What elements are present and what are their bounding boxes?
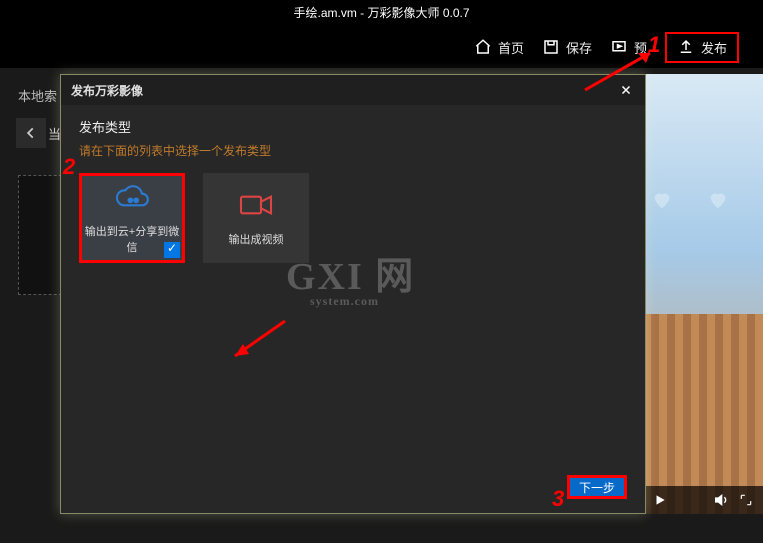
back-button[interactable] xyxy=(16,118,46,148)
option-video-label: 输出成视频 xyxy=(229,231,284,247)
annotation-2: 2 xyxy=(63,154,75,180)
dialog-header: 发布万彩影像 xyxy=(61,75,645,105)
publish-dialog: 发布万彩影像 发布类型 请在下面的列表中选择一个发布类型 输出到云+分享到微信 … xyxy=(60,74,646,514)
option-row: 输出到云+分享到微信 输出成视频 xyxy=(79,173,627,263)
option-video[interactable]: 输出成视频 xyxy=(203,173,309,263)
check-icon xyxy=(164,242,180,258)
cloud-icon xyxy=(112,181,152,213)
window-titlebar: 手绘.am.vm - 万彩影像大师 0.0.7 xyxy=(0,0,763,26)
play-icon[interactable] xyxy=(653,493,667,507)
save-icon xyxy=(542,38,560,56)
dialog-title: 发布万彩影像 xyxy=(71,82,143,99)
option-cloud[interactable]: 输出到云+分享到微信 xyxy=(79,173,185,263)
annotation-3: 3 xyxy=(552,486,564,512)
publish-button[interactable]: 发布 xyxy=(665,32,739,63)
home-button[interactable]: 首页 xyxy=(474,38,524,57)
next-button[interactable]: 下一步 xyxy=(567,475,627,499)
home-icon xyxy=(474,38,492,56)
sidebar-search-hint: 本地索 xyxy=(18,86,57,105)
publish-label: 发布 xyxy=(701,38,727,57)
video-icon xyxy=(236,189,276,221)
preview-pane xyxy=(643,74,763,514)
arrow-left-icon xyxy=(24,126,38,140)
home-label: 首页 xyxy=(498,38,524,57)
play-controls xyxy=(643,486,763,514)
section-title: 发布类型 xyxy=(79,117,627,136)
arrow-annotation-1 xyxy=(580,45,660,95)
upload-icon xyxy=(677,38,695,56)
wood-floor xyxy=(643,314,763,514)
fullscreen-icon[interactable] xyxy=(739,493,753,507)
hearts-decoration xyxy=(651,189,729,214)
dialog-body: 发布类型 请在下面的列表中选择一个发布类型 输出到云+分享到微信 输出成视频 xyxy=(61,105,645,275)
volume-icon[interactable] xyxy=(713,492,729,508)
arrow-annotation-2 xyxy=(225,316,295,366)
section-description: 请在下面的列表中选择一个发布类型 xyxy=(79,142,627,159)
